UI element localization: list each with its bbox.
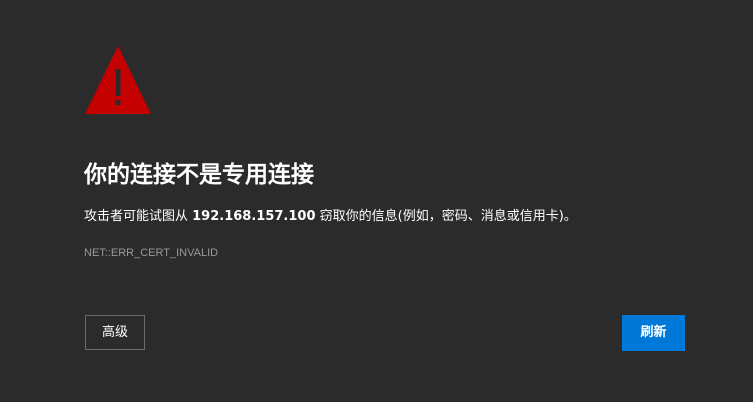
warning-triangle-icon (84, 45, 152, 115)
description-prefix: 攻击者可能试图从 (84, 209, 193, 224)
page-title: 你的连接不是专用连接 (84, 162, 314, 188)
host-address: 192.168.157.100 (192, 209, 316, 224)
error-description: 攻击者可能试图从 192.168.157.100 窃取你的信息(例如，密码、消息… (84, 207, 577, 227)
description-suffix: 窃取你的信息(例如，密码、消息或信用卡)。 (315, 209, 577, 224)
error-code: NET::ERR_CERT_INVALID (84, 247, 219, 259)
advanced-button[interactable]: 高级 (85, 315, 145, 350)
refresh-button[interactable]: 刷新 (622, 315, 685, 351)
